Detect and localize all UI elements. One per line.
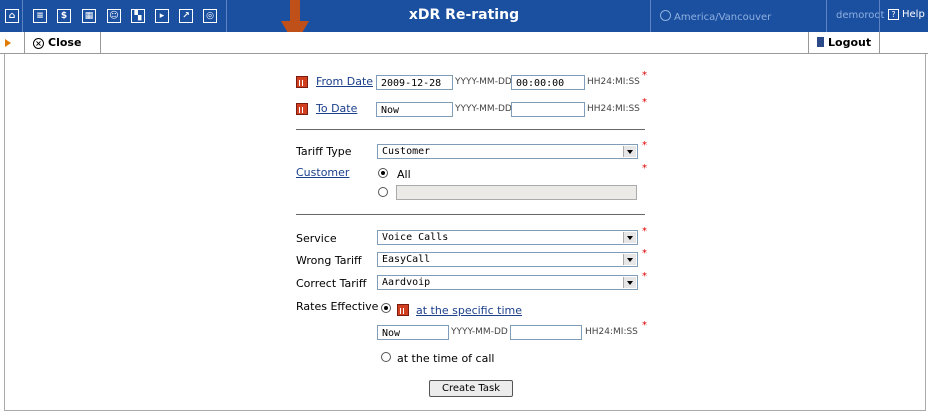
expand-arrow-icon[interactable] <box>5 39 11 47</box>
rates-effective-label: Rates Effective <box>296 300 379 313</box>
close-label: Close <box>48 36 82 49</box>
customer-all-radio[interactable] <box>378 168 388 178</box>
tariff-type-value: Customer <box>382 146 431 157</box>
to-time-input[interactable] <box>511 102 585 117</box>
create-task-button[interactable]: Create Task <box>429 380 513 397</box>
correct-tariff-value: Aardvoip <box>382 277 431 288</box>
calendar-icon[interactable] <box>397 304 409 316</box>
help-label: Help <box>902 9 925 20</box>
to-date-format: YYYY-MM-DD <box>455 104 512 114</box>
required-mark: * <box>642 163 647 174</box>
top-navigation-bar: ⌂ ≡ $ ▦ ☺ ▚ ▸ ↗ ◎ xDR Re-rating America/… <box>0 0 928 33</box>
rates-time-input[interactable] <box>510 325 582 340</box>
required-mark: * <box>642 70 647 81</box>
logout-icon <box>817 37 824 47</box>
service-select[interactable]: Voice Calls <box>377 230 638 245</box>
help-icon: ? <box>888 9 899 20</box>
customer-input[interactable] <box>396 185 637 200</box>
logout-button[interactable]: Logout <box>808 32 880 53</box>
to-date-input[interactable]: Now <box>376 102 453 117</box>
wrong-tariff-value: EasyCall <box>382 254 431 265</box>
section-divider <box>296 214 645 215</box>
from-time-input[interactable]: 00:00:00 <box>511 75 585 90</box>
from-date-input[interactable]: 2009-12-28 <box>376 75 453 90</box>
required-mark: * <box>642 320 647 331</box>
wrong-tariff-label: Wrong Tariff <box>296 254 362 267</box>
required-mark: * <box>642 271 647 282</box>
close-icon: × <box>33 38 44 49</box>
clock-icon <box>660 10 671 21</box>
rates-date-format: YYYY-MM-DD <box>451 327 508 337</box>
customer-all-label: All <box>397 168 411 181</box>
timezone-indicator[interactable]: America/Vancouver <box>660 10 771 23</box>
timezone-label: America/Vancouver <box>674 12 772 23</box>
required-mark: * <box>642 140 647 151</box>
service-value: Voice Calls <box>382 232 449 243</box>
divider <box>650 0 651 32</box>
rates-time-format: HH24:MI:SS <box>585 327 638 337</box>
customer-link[interactable]: Customer <box>296 166 349 179</box>
divider <box>826 0 827 32</box>
tariff-type-label: Tariff Type <box>296 145 352 158</box>
calendar-icon[interactable] <box>296 76 308 88</box>
close-button[interactable]: × Close <box>24 32 101 53</box>
rates-date-input[interactable]: Now <box>377 325 449 340</box>
divider <box>879 0 880 32</box>
tariff-type-select[interactable]: Customer <box>377 144 638 159</box>
from-date-link[interactable]: From Date <box>316 75 373 88</box>
user-name: demoroot <box>836 10 885 21</box>
to-time-format: HH24:MI:SS <box>587 104 640 114</box>
required-mark: * <box>642 97 647 108</box>
from-date-format: YYYY-MM-DD <box>455 77 512 87</box>
wrong-tariff-select[interactable]: EasyCall <box>377 252 638 267</box>
required-mark: * <box>642 248 647 259</box>
help-link[interactable]: ? Help <box>888 9 925 20</box>
chevron-down-icon <box>623 254 636 265</box>
page-title: xDR Re-rating <box>408 7 520 23</box>
correct-tariff-label: Correct Tariff <box>296 277 367 290</box>
required-mark: * <box>642 226 647 237</box>
section-divider <box>296 129 645 130</box>
service-label: Service <box>296 232 337 245</box>
from-time-format: HH24:MI:SS <box>587 77 640 87</box>
rates-call-label: at the time of call <box>397 352 495 365</box>
specific-time-link[interactable]: at the specific time <box>416 304 522 317</box>
calendar-icon[interactable] <box>296 103 308 115</box>
chevron-down-icon <box>623 232 636 243</box>
chevron-down-icon <box>623 277 636 288</box>
chevron-down-icon <box>623 146 636 157</box>
rates-call-radio[interactable] <box>381 352 391 362</box>
logout-label: Logout <box>828 36 872 49</box>
correct-tariff-select[interactable]: Aardvoip <box>377 275 638 290</box>
customer-specific-radio[interactable] <box>378 187 388 197</box>
rates-specific-radio[interactable] <box>381 303 391 313</box>
to-date-link[interactable]: To Date <box>316 102 357 115</box>
toolbar: × Close Logout <box>0 32 928 54</box>
